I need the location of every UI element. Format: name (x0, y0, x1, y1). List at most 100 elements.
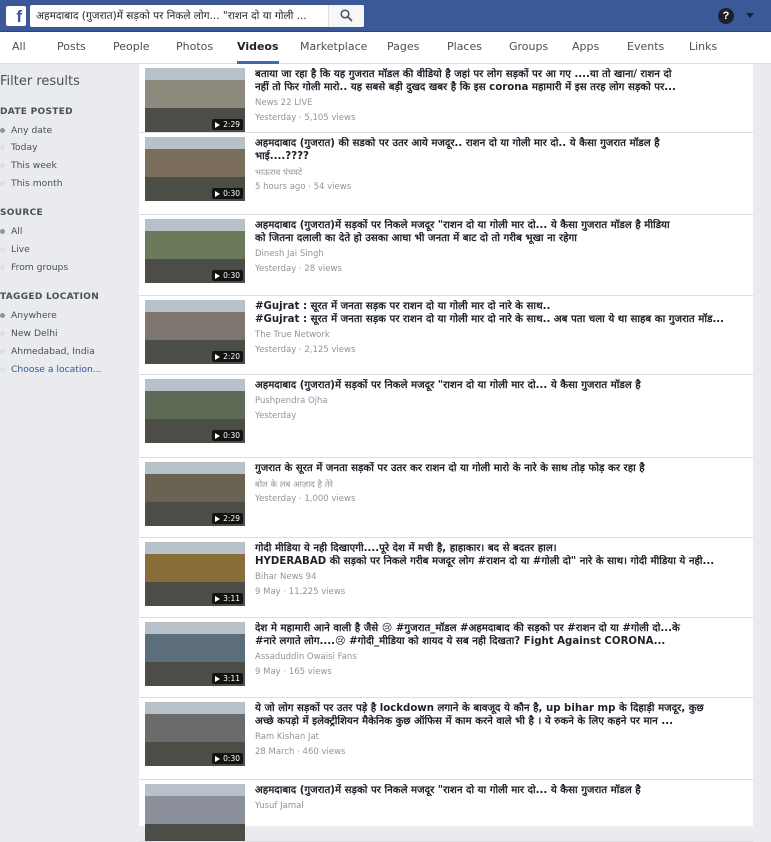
video-source[interactable]: Dinesh Jai Singh (255, 249, 324, 259)
video-thumbnail[interactable]: 0:30 (145, 137, 245, 201)
video-result-row[interactable]: 0:30 अहमदाबाद (गुजरात) की सडको पर उतर आये… (139, 133, 753, 215)
date-option[interactable]: This month (0, 178, 63, 189)
video-result-row[interactable]: 2:29 गुजरात के सूरत में जनता सड़कों पर उत… (139, 458, 753, 538)
video-source[interactable]: बोल के लब आज़ाद है तेरे (255, 479, 333, 490)
play-icon (215, 676, 221, 682)
video-title[interactable]: अहमदाबाद (गुजरात)में सड़को पर निकले मजदू… (255, 784, 739, 797)
video-source[interactable]: Ram Kishan Jat (255, 732, 319, 742)
date-option[interactable]: Today (0, 142, 38, 153)
video-duration-badge: 3:11 (212, 673, 243, 684)
video-title[interactable]: ये जो लोग सड़कों पर उतर पड़े है lockdown… (255, 702, 739, 728)
video-result-row[interactable]: 3:11 गोदी मीडिया ये नही दिखाएगी....पूरे द… (139, 538, 753, 618)
video-thumbnail[interactable]: 2:29 (145, 462, 245, 526)
video-thumbnail[interactable]: 0:30 (145, 219, 245, 283)
video-thumbnail[interactable]: 2:20 (145, 300, 245, 364)
video-title-line: भाई....???? (255, 151, 309, 162)
tab-all[interactable]: All (12, 32, 26, 64)
video-source[interactable]: News 22 LIVE (255, 98, 313, 108)
tab-videos[interactable]: Videos (237, 32, 279, 64)
date-option-label: This month (11, 178, 63, 189)
video-meta: 9 May · 165 views (255, 667, 332, 677)
search-input[interactable] (36, 5, 326, 27)
video-thumbnail[interactable]: 3:11 (145, 622, 245, 686)
video-thumbnail[interactable]: 0:30 (145, 702, 245, 766)
location-option[interactable]: Anywhere (0, 310, 57, 321)
account-menu-caret-icon[interactable] (746, 13, 754, 18)
play-icon (215, 516, 221, 522)
video-title-line: नहीं तो फिर गोली मारो.. यह सबसे बड़ी दुख… (255, 82, 676, 93)
date-option[interactable]: This week (0, 160, 57, 171)
video-source[interactable]: Yusuf Jamal (255, 801, 304, 811)
video-title[interactable]: अहमदाबाद (गुजरात) की सडको पर उतर आये मजद… (255, 137, 739, 163)
video-result-row[interactable]: 3:11 देश मे महामारी आने वाली है जैसे 😢 #ग… (139, 618, 753, 698)
video-title-line: को जितना दलाली का देते हो उसका आधा भी जन… (255, 233, 577, 244)
tab-events[interactable]: Events (627, 32, 664, 64)
video-title[interactable]: अहमदाबाद (गुजरात)में सड़कों पर निकले मजद… (255, 379, 739, 392)
video-source[interactable]: The True Network (255, 330, 330, 340)
video-title[interactable]: अहमदाबाद (गुजरात)में सड़कों पर निकले मजद… (255, 219, 739, 245)
video-duration-badge: 2:29 (212, 513, 243, 524)
tab-pages[interactable]: Pages (387, 32, 419, 64)
radio-dot-icon (0, 313, 5, 318)
video-title-line: #नारे लगाते लोग....😢 #गोदी_मीडिया को शाय… (255, 636, 666, 647)
video-source[interactable]: भाऊराव पंचवटे (255, 167, 302, 178)
video-title[interactable]: गोदी मीडिया ये नही दिखाएगी....पूरे देश म… (255, 542, 739, 568)
video-title-line: अच्छे कपड़ो में इलेक्ट्रीशियन मैकेनिक कु… (255, 716, 673, 727)
tab-people[interactable]: People (113, 32, 150, 64)
tab-photos[interactable]: Photos (176, 32, 213, 64)
video-source[interactable]: Bihar News 94 (255, 572, 316, 582)
tab-links[interactable]: Links (689, 32, 717, 64)
duration-text: 2:20 (223, 352, 240, 361)
video-title[interactable]: देश मे महामारी आने वाली है जैसे 😢 #गुजरा… (255, 622, 739, 648)
video-title-line: ये जो लोग सड़कों पर उतर पड़े है lockdown… (255, 703, 704, 714)
video-result-row[interactable]: 0:30 ये जो लोग सड़कों पर उतर पड़े है lock… (139, 698, 753, 780)
location-option[interactable]: New Delhi (0, 328, 58, 339)
radio-dot-icon (0, 367, 5, 372)
video-result-row[interactable]: अहमदाबाद (गुजरात)में सड़को पर निकले मजदू… (139, 780, 753, 842)
video-thumbnail[interactable]: 3:11 (145, 542, 245, 606)
video-title[interactable]: #Gujrat : सूरत में जनता सड़क पर राशन दो … (255, 300, 739, 326)
video-title-line: HYDERABAD की सड़को पर निकले गरीब मजदूर ल… (255, 556, 715, 567)
video-result-row[interactable]: 0:30 अहमदाबाद (गुजरात)में सड़कों पर निकले… (139, 215, 753, 296)
video-duration-badge: 0:30 (212, 270, 243, 281)
radio-dot-icon (0, 331, 5, 336)
video-meta: Yesterday (255, 411, 297, 421)
search-box[interactable] (30, 5, 364, 27)
video-title-line: अहमदाबाद (गुजरात)में सड़कों पर निकले मजद… (255, 380, 641, 391)
video-thumbnail[interactable]: 2:29 (145, 68, 245, 132)
date-option-label: Today (11, 142, 38, 153)
video-title-line: बताया जा रहा है कि यह गुजरात मॉडल की वीड… (255, 69, 672, 80)
video-meta: Yesterday · 2,125 views (255, 345, 356, 355)
source-option-label: Live (11, 244, 30, 255)
video-thumbnail[interactable]: 0:30 (145, 379, 245, 443)
source-option[interactable]: All (0, 226, 22, 237)
tab-marketplace[interactable]: Marketplace (300, 32, 367, 64)
tab-posts[interactable]: Posts (57, 32, 86, 64)
video-title[interactable]: बताया जा रहा है कि यह गुजरात मॉडल की वीड… (255, 68, 739, 94)
source-option[interactable]: Live (0, 244, 30, 255)
search-button[interactable] (328, 5, 364, 27)
location-option[interactable]: Ahmedabad, India (0, 346, 95, 357)
video-title-line: गोदी मीडिया ये नही दिखाएगी....पूरे देश म… (255, 543, 557, 554)
video-result-row[interactable]: 2:29 बताया जा रहा है कि यह गुजरात मॉडल की… (139, 64, 753, 133)
tab-groups[interactable]: Groups (509, 32, 548, 64)
video-result-row[interactable]: 0:30 अहमदाबाद (गुजरात)में सड़कों पर निकले… (139, 375, 753, 458)
location-option-label: Anywhere (11, 310, 57, 321)
source-option[interactable]: From groups (0, 262, 68, 273)
video-source[interactable]: Pushpendra Ojha (255, 396, 328, 406)
help-icon[interactable]: ? (718, 8, 734, 24)
location-option[interactable]: Choose a location... (0, 364, 102, 375)
video-source[interactable]: Assaduddin Owaisi Fans (255, 652, 357, 662)
tab-places[interactable]: Places (447, 32, 482, 64)
tab-apps[interactable]: Apps (572, 32, 599, 64)
source-option-label: All (11, 226, 23, 237)
video-result-row[interactable]: 2:20 #Gujrat : सूरत में जनता सड़क पर राशन… (139, 296, 753, 375)
scrollbar[interactable] (757, 64, 771, 826)
video-title-line: #Gujrat : सूरत में जनता सड़क पर राशन दो … (255, 314, 725, 325)
date-option[interactable]: Any date (0, 125, 52, 136)
play-icon (215, 756, 221, 762)
facebook-logo-icon[interactable]: f (6, 6, 26, 26)
duration-text: 2:29 (223, 514, 240, 523)
video-title[interactable]: गुजरात के सूरत में जनता सड़कों पर उतर कर… (255, 462, 739, 475)
video-thumbnail[interactable] (145, 784, 245, 841)
